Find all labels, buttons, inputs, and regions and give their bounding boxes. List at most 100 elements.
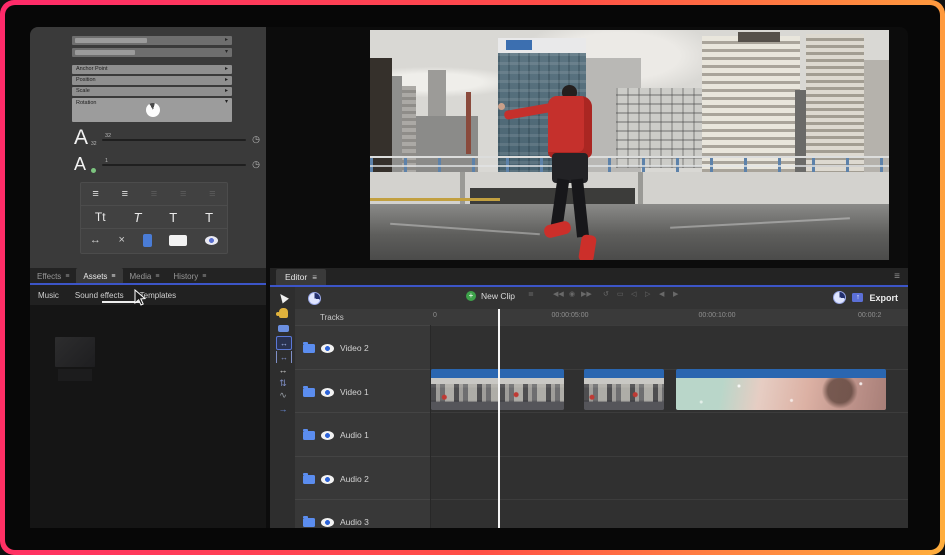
background-color-swatch[interactable]: [169, 235, 187, 246]
track-name: Audio 2: [340, 474, 369, 484]
rewind-icon[interactable]: ◀◀: [553, 290, 564, 298]
properties-panel: ▸ ▾ Anchor Point ▸ Position ▸ Scale ▸ Ro…: [30, 27, 266, 268]
clock-icon[interactable]: [308, 292, 321, 305]
align-left-icon[interactable]: ≡: [122, 188, 128, 200]
rotation-dial[interactable]: [146, 103, 160, 117]
track-header-audio2[interactable]: Audio 2: [295, 456, 430, 501]
eye-icon[interactable]: [321, 475, 334, 484]
slip-tool-icon[interactable]: ↔: [276, 364, 290, 376]
track-header-video2[interactable]: Video 2: [295, 325, 430, 370]
clear-style-icon[interactable]: ×: [119, 234, 125, 246]
folder-icon[interactable]: [303, 431, 315, 440]
timeline-clip[interactable]: [584, 369, 664, 410]
dropdown-field[interactable]: ▾: [72, 48, 232, 57]
prev-clip-icon[interactable]: ◀: [659, 290, 664, 298]
align-full-icon[interactable]: ≡: [209, 188, 215, 200]
pillar-shape: [638, 172, 643, 204]
parking-line: [670, 217, 850, 228]
tab-menu-icon[interactable]: ≡: [65, 273, 69, 280]
clone-icon[interactable]: ≣: [528, 290, 534, 298]
next-clip-icon[interactable]: ▶: [673, 290, 678, 298]
color-dot: [91, 168, 96, 173]
record-icon[interactable]: ◉: [569, 290, 575, 298]
chevron-down-icon: ▾: [225, 98, 228, 107]
tab-label: Assets: [83, 272, 107, 281]
ruler-tick-label: 00:00:05:00: [540, 312, 600, 319]
tracks-column-label: Tracks: [320, 313, 344, 322]
letter-spacing-icon[interactable]: ↔: [90, 234, 101, 246]
eye-icon[interactable]: [321, 431, 334, 440]
asset-thumbnail[interactable]: [55, 337, 95, 367]
tab-menu-icon[interactable]: ≡: [312, 273, 317, 282]
stroke-slider[interactable]: [102, 164, 246, 166]
step-back-icon[interactable]: ◁: [631, 290, 636, 298]
zoom-tool-icon[interactable]: →: [276, 403, 290, 415]
dancer-figure: [540, 85, 610, 260]
timeline-lanes[interactable]: [430, 325, 908, 528]
editor-menu-icon[interactable]: ≡: [894, 271, 900, 282]
track-header-column: Video 2 Video 1 Audio 1 Audio 2: [295, 325, 430, 528]
subtab-sound-effects[interactable]: Sound effects: [67, 291, 132, 300]
chevron-right-icon: ▸: [225, 36, 228, 45]
text-button[interactable]: T: [169, 210, 177, 225]
asset-thumbnail[interactable]: [58, 369, 92, 381]
fast-forward-icon[interactable]: ▶▶: [581, 290, 592, 298]
step-forward-icon[interactable]: ▷: [645, 290, 650, 298]
tab-menu-icon[interactable]: ≡: [202, 273, 206, 280]
playhead[interactable]: [498, 309, 500, 528]
screen-frame: ▸ ▾ Anchor Point ▸ Position ▸ Scale ▸ Ro…: [0, 0, 945, 555]
undo-icon[interactable]: ↺: [603, 290, 609, 298]
pointer-tool-icon[interactable]: [276, 291, 290, 303]
folder-icon[interactable]: [303, 518, 315, 527]
timeline-clip[interactable]: [676, 369, 886, 410]
align-center-icon[interactable]: ≡: [151, 188, 157, 200]
lane-separator: [431, 412, 908, 413]
stop-icon[interactable]: ▭: [617, 290, 624, 298]
folder-icon[interactable]: [303, 388, 315, 397]
property-row-anchor-point[interactable]: Anchor Point ▸: [72, 65, 232, 74]
keyframe-stopwatch-icon[interactable]: ◷: [252, 159, 260, 170]
track-header-audio3[interactable]: Audio 3: [295, 499, 430, 528]
clock-icon[interactable]: [833, 291, 846, 304]
dropdown-field[interactable]: ▸: [72, 36, 232, 45]
visibility-eye-icon[interactable]: [205, 236, 218, 245]
eye-icon[interactable]: [321, 518, 334, 527]
font-style-row: Tt T T T: [81, 206, 227, 229]
new-clip-button[interactable]: + New Clip: [466, 291, 515, 301]
font-size-slider[interactable]: [102, 139, 246, 141]
dancer-shoe: [578, 234, 597, 260]
dancer-hand: [498, 103, 505, 110]
track-header-audio1[interactable]: Audio 1: [295, 412, 430, 457]
property-row-position[interactable]: Position ▸: [72, 76, 232, 85]
building-sign-shape: [738, 32, 780, 42]
track-name: Video 1: [340, 387, 369, 397]
folder-icon[interactable]: [303, 475, 315, 484]
tab-menu-icon[interactable]: ≡: [111, 273, 115, 280]
export-button[interactable]: Export: [869, 293, 898, 303]
tab-editor[interactable]: Editor ≡: [276, 269, 326, 285]
hand-tool-icon[interactable]: [276, 307, 290, 319]
subtab-music[interactable]: Music: [30, 291, 67, 300]
curve-tool-icon[interactable]: ∿: [276, 389, 290, 401]
property-label: Anchor Point: [76, 66, 108, 72]
eye-icon[interactable]: [321, 344, 334, 353]
slide-tool-icon[interactable]: ⇅: [276, 377, 290, 389]
eye-icon[interactable]: [321, 388, 334, 397]
razor-tool-icon[interactable]: [276, 322, 290, 334]
align-justify-icon[interactable]: ≡: [180, 188, 186, 200]
align-right-icon[interactable]: ≡: [92, 188, 98, 200]
tab-menu-icon[interactable]: ≡: [155, 273, 159, 280]
keyframe-stopwatch-icon[interactable]: ◷: [252, 134, 260, 145]
track-header-video1[interactable]: Video 1: [295, 369, 430, 414]
text-button[interactable]: T: [205, 210, 213, 225]
property-row-scale[interactable]: Scale ▸: [72, 87, 232, 96]
trim-tool-icon[interactable]: ↔: [276, 336, 292, 350]
property-row-rotation[interactable]: Rotation ▾: [72, 98, 232, 122]
roll-tool-icon[interactable]: ↔: [276, 351, 292, 363]
editor-panel: Editor ≡ ≡ ↔ ↔ ↔ ⇅ ∿ → + New Clip: [270, 268, 908, 528]
case-button[interactable]: Tt: [95, 210, 106, 224]
folder-icon[interactable]: [303, 344, 315, 353]
timeline-ruler[interactable]: 0 00:00:05:00 00:00:10:00 00:00:2: [295, 309, 908, 326]
italic-button[interactable]: T: [133, 210, 141, 225]
fill-color-swatch[interactable]: [143, 234, 152, 247]
